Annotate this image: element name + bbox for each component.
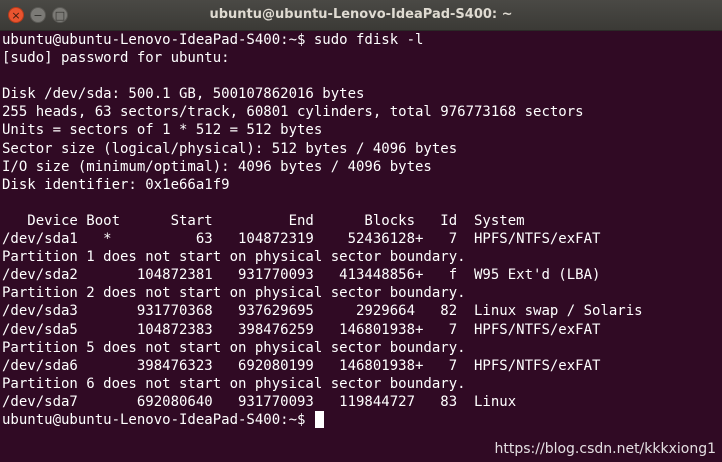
terminal-line: Partition 6 does not start on physical s… bbox=[2, 375, 466, 392]
title-bar: × − □ ubuntu@ubuntu-Lenovo-IdeaPad-S400:… bbox=[0, 0, 722, 31]
terminal-line: Disk /dev/sda: 500.1 GB, 500107862016 by… bbox=[2, 86, 365, 103]
watermark: https://blog.csdn.net/kkkxiong1 bbox=[494, 441, 716, 457]
terminal-window: × − □ ubuntu@ubuntu-Lenovo-IdeaPad-S400:… bbox=[0, 0, 722, 462]
terminal-line: 255 heads, 63 sectors/track, 60801 cylin… bbox=[2, 104, 584, 121]
terminal-line: Partition 5 does not start on physical s… bbox=[2, 339, 466, 356]
terminal-line: Units = sectors of 1 * 512 = 512 bytes bbox=[2, 122, 323, 139]
prompt-line[interactable]: ubuntu@ubuntu-Lenovo-IdeaPad-S400:~$ bbox=[2, 410, 722, 429]
partition-row: /dev/sda3 931770368 937629695 2929664 82… bbox=[2, 303, 643, 320]
shell-prompt: ubuntu@ubuntu-Lenovo-IdeaPad-S400:~$ bbox=[2, 411, 314, 428]
terminal-line: Partition 2 does not start on physical s… bbox=[2, 285, 466, 302]
terminal-line: Disk identifier: 0x1e66a1f9 bbox=[2, 176, 230, 193]
terminal-line: ubuntu@ubuntu-Lenovo-IdeaPad-S400:~$ sud… bbox=[2, 32, 424, 48]
terminal-line: Partition 1 does not start on physical s… bbox=[2, 249, 466, 266]
partition-row: /dev/sda6 398476323 692080199 146801938+… bbox=[2, 357, 601, 374]
partition-row: /dev/sda7 692080640 931770093 119844727 … bbox=[2, 393, 517, 410]
text-cursor bbox=[314, 410, 324, 428]
partition-table-header: Device Boot Start End Blocks Id System bbox=[2, 212, 525, 229]
terminal-line: Sector size (logical/physical): 512 byte… bbox=[2, 140, 458, 157]
partition-row: /dev/sda2 104872381 931770093 413448856+… bbox=[2, 267, 601, 284]
terminal-line: I/O size (minimum/optimal): 4096 bytes /… bbox=[2, 158, 432, 175]
partition-row: /dev/sda5 104872383 398476259 146801938+… bbox=[2, 321, 601, 338]
terminal-output[interactable]: ubuntu@ubuntu-Lenovo-IdeaPad-S400:~$ sud… bbox=[2, 31, 722, 462]
partition-row: /dev/sda1 * 63 104872319 52436128+ 7 HPF… bbox=[2, 231, 601, 248]
terminal-line: [sudo] password for ubuntu: bbox=[2, 50, 230, 67]
window-title: ubuntu@ubuntu-Lenovo-IdeaPad-S400: ~ bbox=[209, 7, 513, 22]
